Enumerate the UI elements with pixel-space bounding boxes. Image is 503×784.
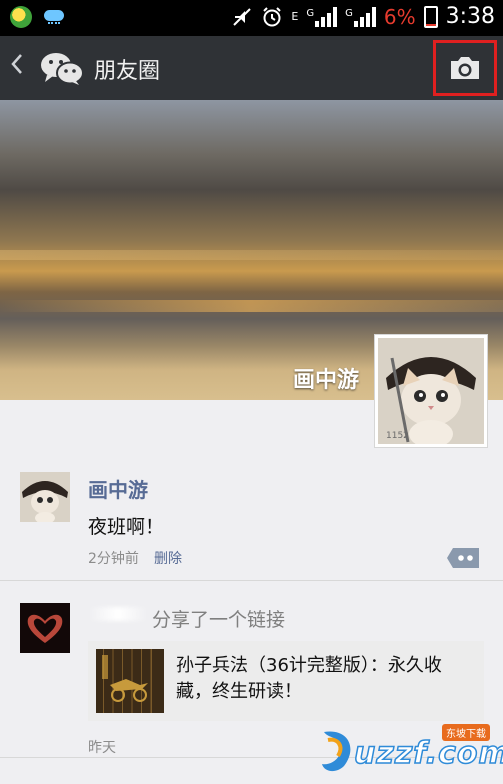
share-label: 分享了一个链接 [152,609,286,631]
post-text: 夜班啊！ [88,516,165,538]
blurred-author-name [88,607,148,621]
signal-bars-icon [315,6,338,27]
app-notification-icon [10,6,32,28]
battery-percent: 6% [383,4,416,29]
weather-icon [42,8,66,26]
avatar-caption: 1152 [386,431,409,441]
link-card[interactable]: 孙子兵法（36计完整版）：永久收藏，终生研读！ [88,641,484,721]
signal-strength-1: G [306,6,338,27]
clock: 3:38 [445,4,495,29]
moments-feed: 画中游 夜班啊！ 2分钟前 删除 分享了一个链接 孙子兵法（36计完整版）：永久… [0,450,503,758]
network-type-e: E [291,10,299,23]
notification-icons [10,6,66,28]
watermark-text: uzzf.com [353,735,503,772]
alarm-icon [263,6,282,26]
post-timestamp: 昨天 [88,740,116,756]
cover-cloud-streak [0,250,503,260]
chevron-left-icon [11,54,22,74]
watermark-logo-icon [322,731,351,772]
watermark-tag: 东坡下载 [442,724,490,741]
network-type-g: G [306,7,315,19]
cat-avatar-image [20,472,70,522]
battery-icon [423,5,438,28]
link-title: 孙子兵法（36计完整版）：永久收藏，终生研读！ [176,655,442,702]
signal-bars-icon-2 [353,6,376,27]
delete-link[interactable]: 删除 [154,548,182,568]
network-type-g-2: G [345,7,353,19]
back-button[interactable] [10,52,24,83]
signal-strength-2: G [345,6,376,27]
hands-heart-avatar-image [20,603,70,653]
profile-name: 画中游 [292,368,359,393]
status-bar: E G G 6% 3:38 [0,0,503,36]
cover-sunset-streak [0,300,503,312]
bamboo-book-image [102,655,148,702]
page-title: 朋友圈 [94,59,161,84]
feed-post: 画中游 夜班啊！ 2分钟前 删除 [0,450,503,581]
camera-button[interactable] [433,40,497,96]
post-avatar[interactable] [20,603,70,653]
mute-icon [233,7,252,26]
link-thumbnail [96,649,164,713]
header-bar: 朋友圈 [0,36,503,100]
post-timestamp: 2分钟前 [88,551,139,567]
site-watermark: uzzf.com 东坡下载 [318,722,503,780]
post-avatar[interactable] [20,472,70,522]
profile-avatar[interactable]: 1152 [374,334,488,448]
wechat-logo-icon [41,53,84,85]
cat-avatar-image: 1152 [378,338,484,448]
camera-icon [451,57,479,79]
post-author-name[interactable]: 画中游 [88,474,148,503]
system-indicators: E G G 6% 3:38 [231,4,495,29]
comment-button[interactable] [445,546,481,570]
